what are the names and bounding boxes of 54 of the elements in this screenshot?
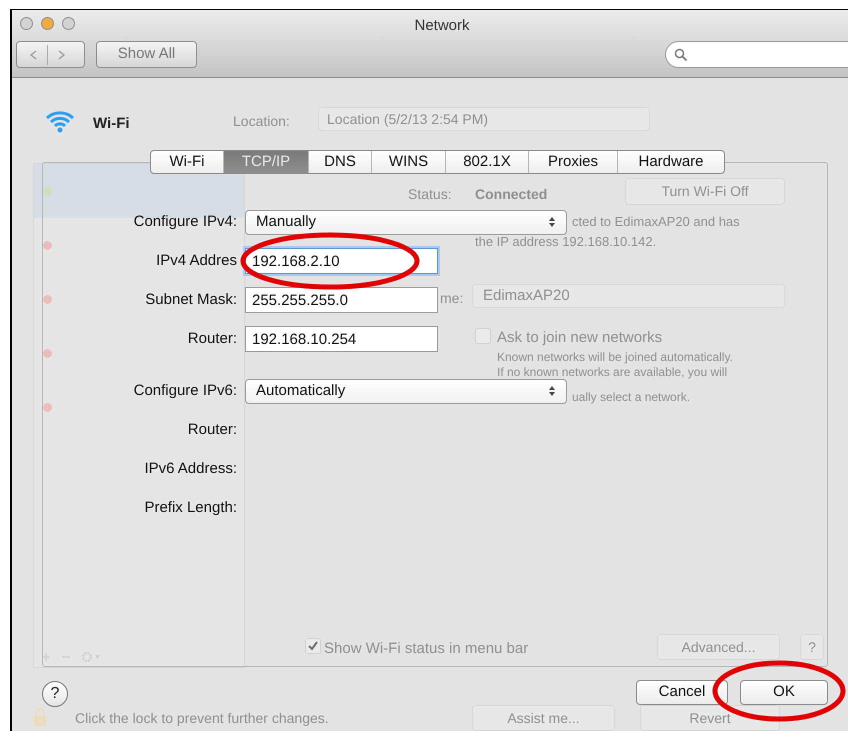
field-label: Prefix Length: <box>143 498 237 518</box>
dropdown[interactable]: Automatically <box>245 378 567 404</box>
back-icon <box>29 50 39 60</box>
search-icon <box>674 48 688 62</box>
text-field[interactable]: 192.168.10.254 <box>245 326 438 352</box>
ask-to-join-description: Known networks will be joined automatically. <box>497 349 733 366</box>
ask-to-join-label: Ask to join new networks <box>497 328 662 348</box>
status-value: Connected <box>475 185 548 204</box>
field-label: Subnet Mask: <box>144 290 237 310</box>
status-label: Status: <box>408 185 452 204</box>
show-status-label: Show Wi-Fi status in menu bar <box>324 639 528 659</box>
window-title: Network <box>413 16 470 36</box>
service-name: Wi-Fi <box>93 114 130 134</box>
checkbox[interactable] <box>475 328 491 344</box>
search-field[interactable] <box>665 41 848 68</box>
status-description: cted to EdimaxAP20 and has <box>572 213 740 231</box>
location-label: Location: <box>233 112 290 131</box>
window-control-button[interactable] <box>20 17 33 30</box>
field-label: Router: <box>186 420 237 440</box>
add-icon <box>41 652 51 662</box>
show-all-button[interactable]: Show All <box>96 41 197 68</box>
lock-icon <box>33 708 47 726</box>
tab[interactable]: Hardware <box>617 151 724 173</box>
tab[interactable]: 802.1X <box>445 151 528 173</box>
forward-icon <box>56 50 66 60</box>
text-field[interactable]: 192.168.2.10 <box>245 248 438 274</box>
popup-arrows-icon <box>548 385 556 397</box>
location-value: Location (5/2/13 2:54 PM) <box>327 110 488 129</box>
help-button[interactable]: ? <box>42 681 68 707</box>
ask-to-join-description: If no known networks are available, you will <box>497 364 728 381</box>
ask-to-join-description: ually select a network. <box>572 389 690 406</box>
field-label: Configure IPv4: <box>132 212 237 232</box>
field-label: IPv4 Addres <box>155 250 237 271</box>
field-label: Router: <box>186 328 237 349</box>
dropdown[interactable]: Manually <box>245 210 567 234</box>
status-description: the IP address 192.168.10.142. <box>475 233 656 251</box>
tab[interactable]: DNS <box>308 151 371 173</box>
tab[interactable]: WINS <box>371 151 445 173</box>
field-label: Configure IPv6: <box>132 380 237 401</box>
network-name-label: me: <box>440 289 464 308</box>
window-control-button[interactable] <box>41 17 54 30</box>
checkbox[interactable] <box>305 638 321 654</box>
text-field[interactable]: 255.255.255.0 <box>245 287 438 313</box>
back-forward-button[interactable] <box>16 41 85 68</box>
ok-button[interactable]: OK <box>740 680 828 705</box>
window-control-button[interactable] <box>62 17 75 30</box>
popup-arrows-icon <box>548 216 556 228</box>
field-label: IPv6 Address: <box>143 458 237 479</box>
wifi-icon <box>45 109 75 135</box>
cancel-button[interactable]: Cancel <box>636 680 728 705</box>
tab[interactable]: Wi-Fi <box>151 151 223 173</box>
checkmark-icon <box>307 640 319 652</box>
tab[interactable]: Proxies <box>528 151 617 173</box>
lock-message: Click the lock to prevent further changes. <box>75 709 329 728</box>
